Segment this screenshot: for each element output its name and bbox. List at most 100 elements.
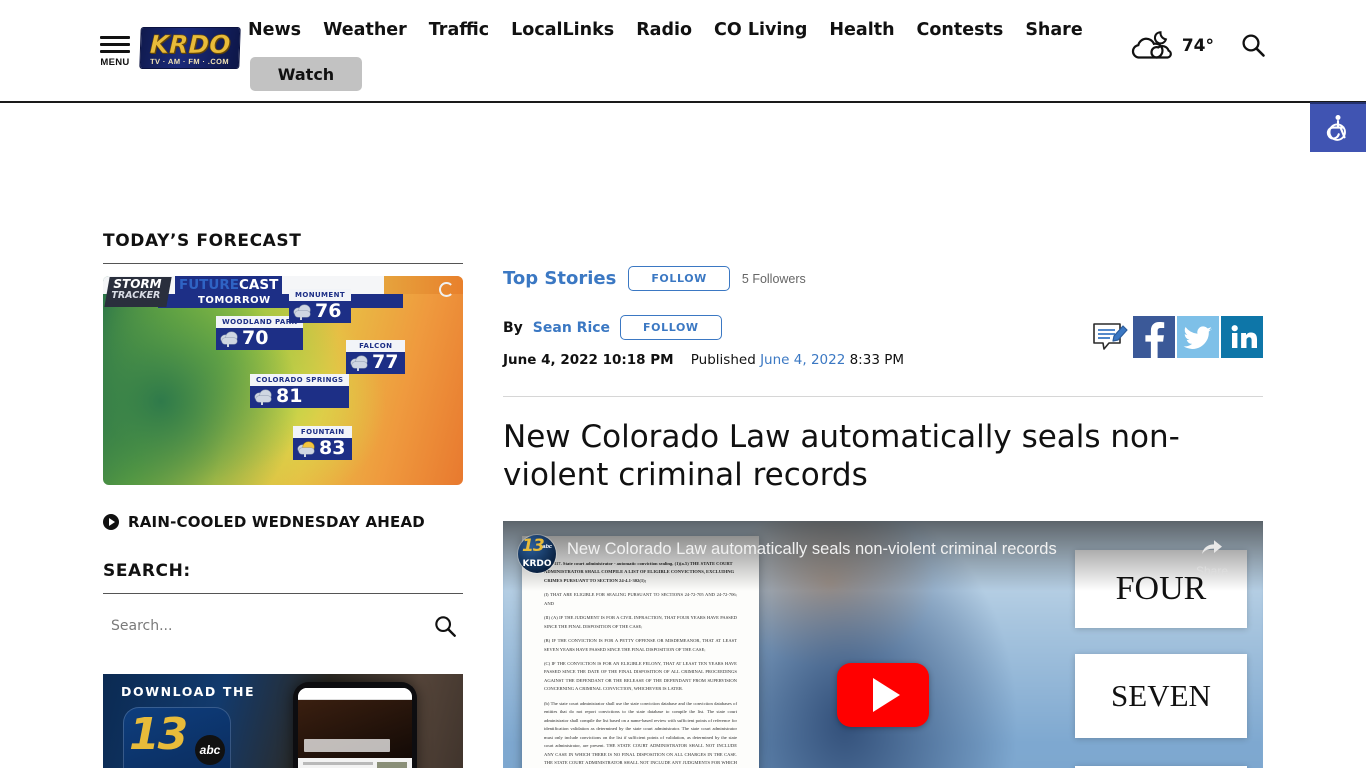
published-time: 8:33 PM xyxy=(849,352,904,368)
nav-item-radio[interactable]: Radio xyxy=(636,20,692,40)
facebook-share-button[interactable] xyxy=(1133,316,1175,358)
news-app-ad[interactable]: DOWNLOAD THE 13 abc KRDO NEWS APP xyxy=(103,674,463,768)
futurecast-title: FUTURECAST xyxy=(175,276,283,294)
published-date: June 4, 2022 xyxy=(760,352,846,368)
linkedin-icon xyxy=(1231,325,1257,348)
video-channel-logo: 13 abc KRDO xyxy=(518,534,556,573)
article-headline: New Colorado Law automatically seals non… xyxy=(503,419,1180,493)
forecast-subtitle: TOMORROW xyxy=(198,295,271,306)
video-network: abc xyxy=(542,543,552,550)
forecast-city-fountain: FOUNTAIN 83 xyxy=(293,426,353,460)
header-temperature: 74° xyxy=(1181,36,1214,56)
header-search-button[interactable] xyxy=(1240,32,1266,63)
nav-item-share[interactable]: Share xyxy=(1025,20,1082,40)
updated-date: June 4, 2022 10:18 PM xyxy=(503,352,674,368)
byline-prefix: By xyxy=(503,319,523,336)
forecast-city-colorado-springs: COLORADO SPRINGS 81 xyxy=(250,374,350,408)
menu-label: MENU xyxy=(100,57,130,68)
video-channel-number: 13 xyxy=(522,535,545,556)
menu-button[interactable]: MENU xyxy=(99,36,131,68)
nav-item-news[interactable]: News xyxy=(248,20,301,40)
forecast-heading: TODAY’S FORECAST xyxy=(103,231,302,251)
logo-tagline: TV · AM · FM · .COM xyxy=(149,57,230,66)
forecast-graphic[interactable]: STORM TRACKER FUTURECAST TOMORROW WOODLA… xyxy=(103,276,463,485)
header-weather-widget[interactable]: 74° xyxy=(1130,29,1214,63)
search-submit-icon[interactable] xyxy=(433,614,457,638)
sidebar-video-link[interactable]: RAIN-COOLED WEDNESDAY AHEAD xyxy=(103,513,463,531)
comment-button[interactable] xyxy=(1089,316,1131,358)
city-temp: 81 xyxy=(276,385,303,407)
city-temp: 76 xyxy=(315,300,342,322)
video-play-button[interactable] xyxy=(837,662,929,727)
futurecast-bold: FUTURE xyxy=(179,277,239,293)
author-link[interactable]: Sean Rice xyxy=(533,320,610,336)
accessibility-icon xyxy=(1326,115,1346,141)
city-temp: 77 xyxy=(372,351,399,373)
video-share-label: Share xyxy=(1195,563,1229,578)
cloud-moon-icon xyxy=(1131,31,1172,59)
follow-author-button[interactable]: FOLLOW xyxy=(620,315,722,340)
city-temp: 83 xyxy=(319,437,346,459)
watch-button[interactable]: Watch xyxy=(250,57,362,91)
doc-paragraph: (C) IF THE CONVICTION IS FOR AN ELIGIBLE… xyxy=(544,660,737,692)
sun-cloud-icon xyxy=(298,441,315,457)
search-input[interactable] xyxy=(111,618,391,634)
stormtracker-badge: STORM TRACKER xyxy=(104,277,172,307)
published-label: Published xyxy=(690,352,756,368)
comment-icon xyxy=(1093,323,1128,350)
divider xyxy=(103,263,463,264)
city-value: 81 xyxy=(250,385,350,408)
nav-item-contests[interactable]: Contests xyxy=(917,20,1004,40)
doc-paragraph: (B) IF THE CONVICTION IS FOR A PETTY OFF… xyxy=(544,638,737,652)
ad-channel: 13 xyxy=(129,709,188,760)
linkedin-share-button[interactable] xyxy=(1221,316,1263,358)
cloud-rain-icon xyxy=(221,331,238,347)
ad-line1: DOWNLOAD THE xyxy=(121,684,256,699)
logo-callsign: KRDO xyxy=(149,30,231,60)
doc-paragraph: (II) (A) IF THE JUDGMENT IS FOR A CIVIL … xyxy=(544,615,737,629)
video-player[interactable]: 13-3-117. State court administrator - au… xyxy=(503,520,1263,768)
follow-section-button[interactable]: FOLLOW xyxy=(628,266,730,291)
cloud-rain-icon xyxy=(255,389,272,405)
video-title[interactable]: New Colorado Law automatically seals non… xyxy=(567,540,1173,559)
nav-item-locallinks[interactable]: LocalLinks xyxy=(511,20,614,40)
app-icon: 13 abc KRDO xyxy=(123,707,231,768)
city-temp: 70 xyxy=(242,327,269,349)
video-station: KRDO xyxy=(522,558,552,569)
accessibility-toolbar-toggle[interactable] xyxy=(1310,102,1366,152)
nav-item-weather[interactable]: Weather xyxy=(323,20,407,40)
cloud-rain-icon xyxy=(294,304,311,320)
city-value: 70 xyxy=(216,327,304,350)
section-link-top-stories[interactable]: Top Stories xyxy=(503,268,616,289)
ad-network: abc xyxy=(195,735,225,765)
nav-item-traffic[interactable]: Traffic xyxy=(429,20,489,40)
doc-paragraph: (I) THAT ARE ELIGIBLE FOR SEALING PURSUA… xyxy=(544,592,737,606)
video-share-button[interactable]: Share xyxy=(1185,537,1239,578)
video-card-seven: SEVEN xyxy=(1075,653,1247,738)
forecast-city-monument: MONUMENT 76 xyxy=(289,289,352,323)
refresh-icon xyxy=(439,282,454,297)
hamburger-icon xyxy=(100,36,130,53)
city-value: 83 xyxy=(293,437,353,460)
followers-count: 5 Followers xyxy=(741,271,806,286)
sidebar-search xyxy=(103,606,463,646)
divider xyxy=(103,593,463,594)
nav-item-co-living[interactable]: CO Living xyxy=(714,20,807,40)
section-line: Top Stories FOLLOW 5 Followers xyxy=(503,266,1263,291)
facebook-icon xyxy=(1145,322,1165,358)
search-heading: SEARCH: xyxy=(103,561,191,581)
futurecast-light: CAST xyxy=(238,277,279,293)
city-value: 77 xyxy=(346,351,406,374)
city-value: 76 xyxy=(289,300,352,323)
nav-item-health[interactable]: Health xyxy=(829,20,894,40)
cloud-rain-icon xyxy=(351,355,368,371)
phone-mockup xyxy=(293,682,417,768)
primary-nav: News Weather Traffic LocalLinks Radio CO… xyxy=(248,20,1083,40)
share-arrow-icon xyxy=(1202,539,1222,554)
forecast-city-falcon: FALCON 77 xyxy=(346,340,406,374)
krdo-logo[interactable]: KRDO TV · AM · FM · .COM xyxy=(140,28,240,68)
twitter-share-button[interactable] xyxy=(1177,316,1219,358)
sidebar-video-label: RAIN-COOLED WEDNESDAY AHEAD xyxy=(128,513,425,531)
stormtracker-line1: STORM xyxy=(113,277,162,291)
twitter-icon xyxy=(1183,326,1212,349)
